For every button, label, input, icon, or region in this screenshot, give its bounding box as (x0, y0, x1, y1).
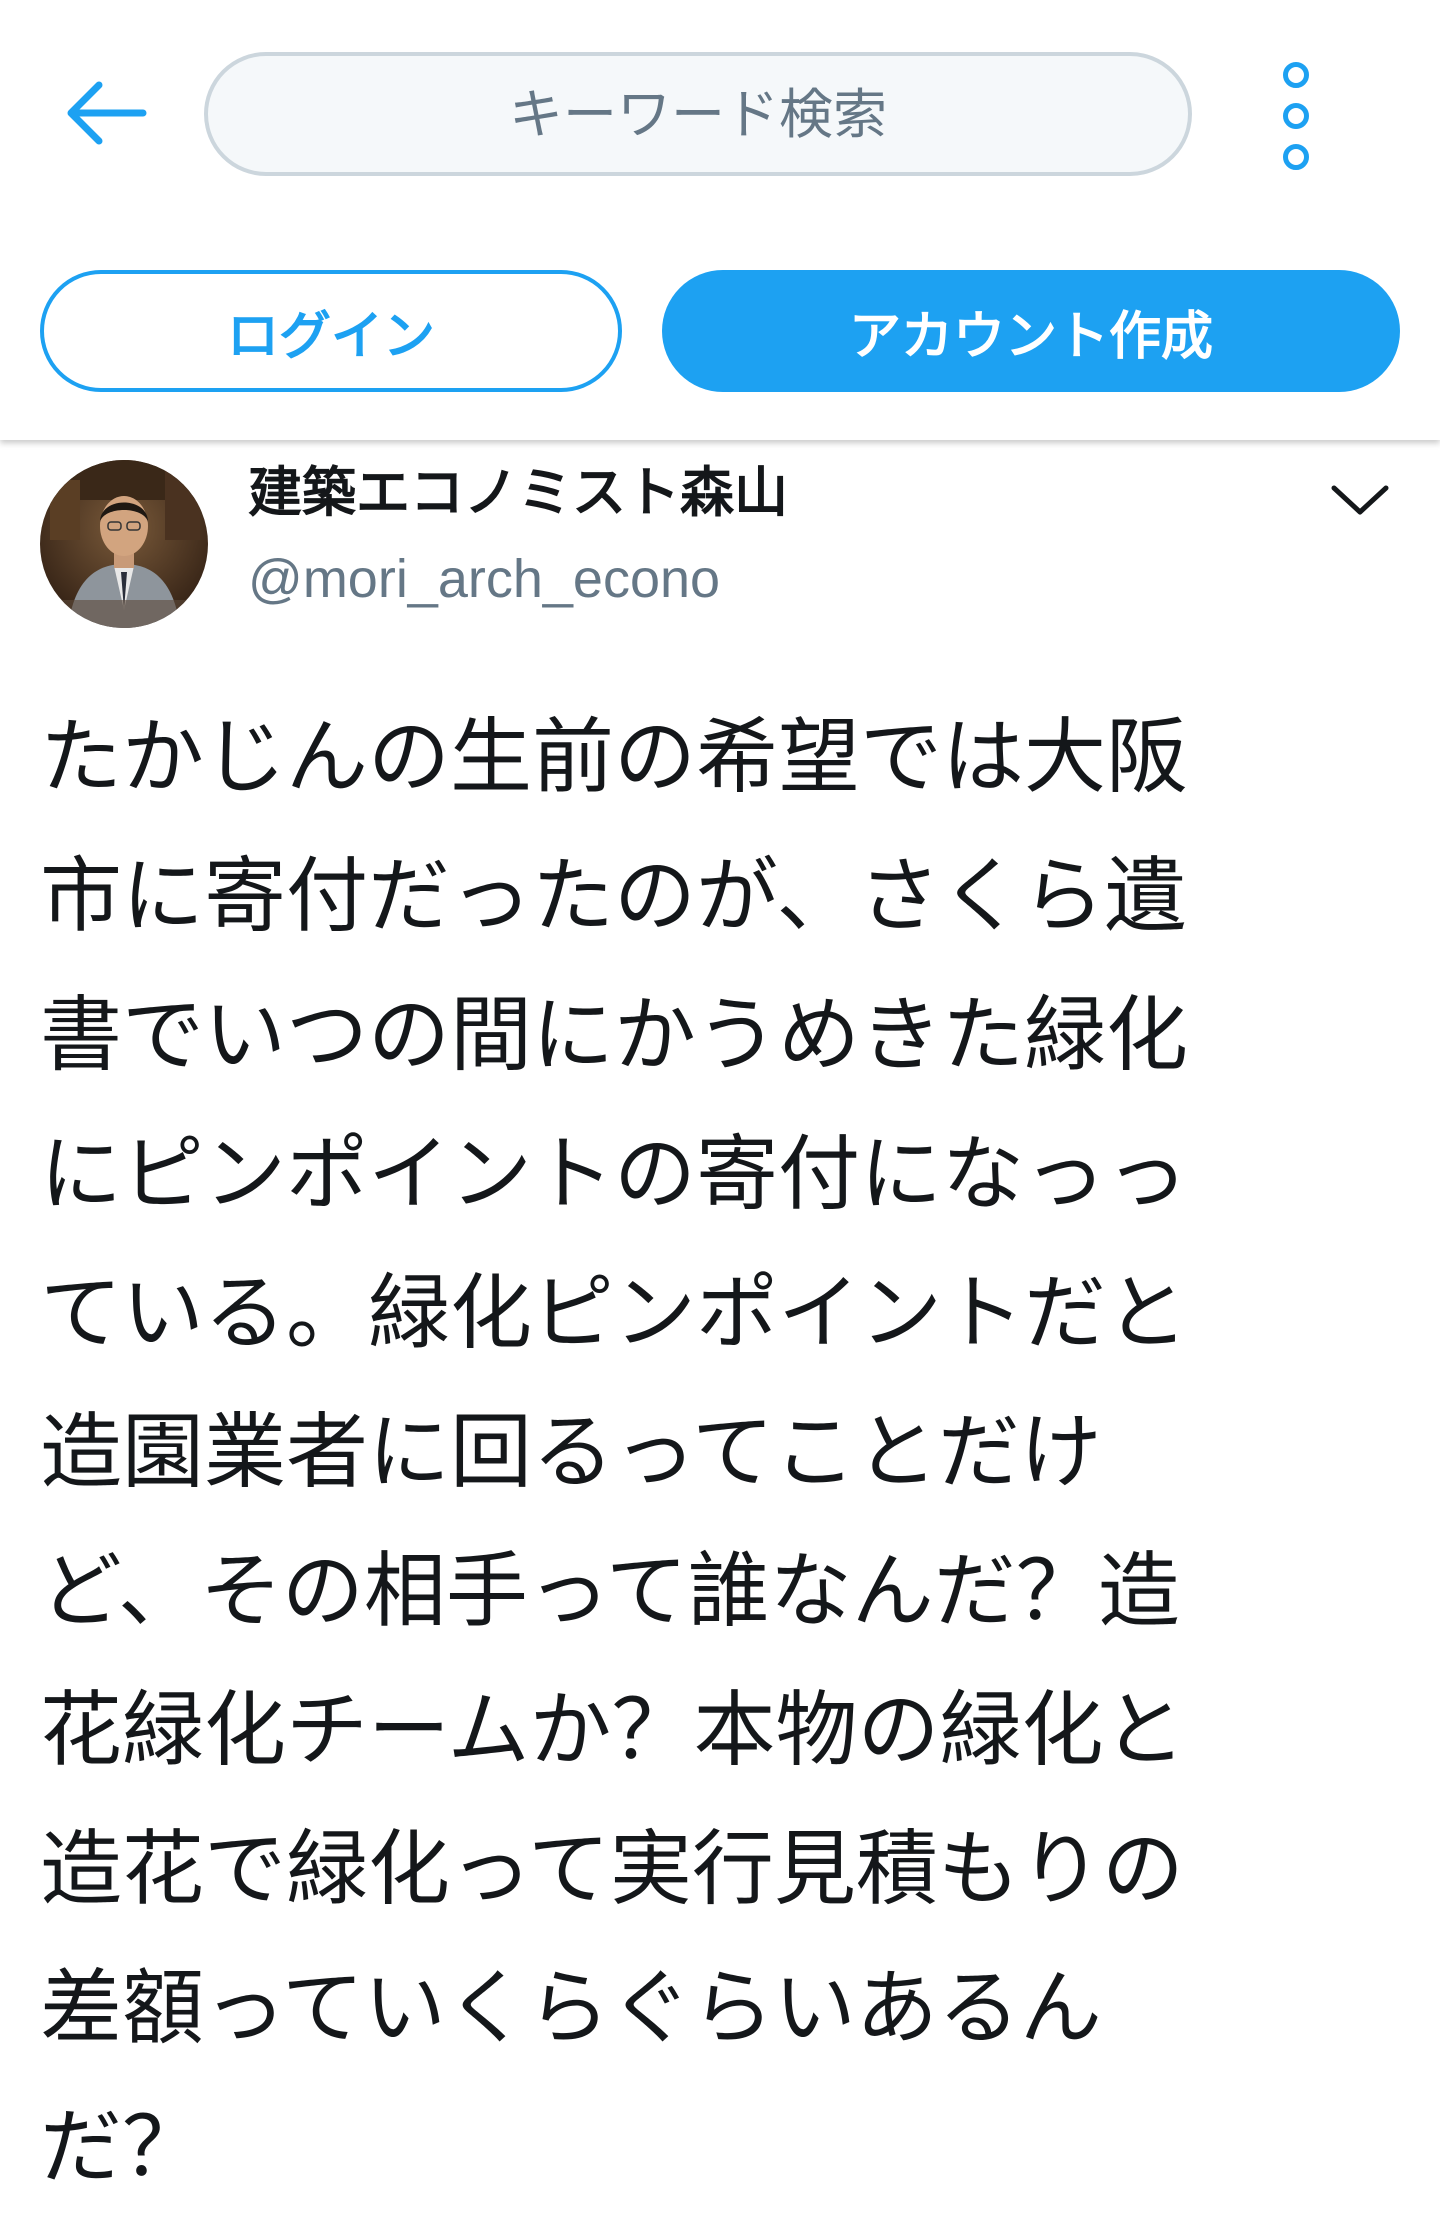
tweet-text-line: 造花で緑化って実行見積もりの (40, 1822, 1184, 1917)
more-vertical-icon-dot (1283, 103, 1309, 129)
tweet-text-line: 差額っていくらぐらいあるん (40, 1961, 1102, 2056)
more-vertical-icon-dot (1283, 144, 1309, 170)
tweet-text-line: ど、その相手って誰なんだ？造 (40, 1544, 1180, 1639)
more-options-button[interactable] (1256, 56, 1336, 176)
back-button[interactable] (40, 48, 170, 178)
tweet-text-line: だ？ (40, 2100, 205, 2195)
avatar[interactable] (40, 460, 208, 628)
search-field[interactable] (204, 52, 1192, 176)
tweet-text-line: 市に寄付だったのが、さくら遺 (40, 849, 1187, 944)
tweet-text-line: 造園業者に回るってことだけ (40, 1405, 1102, 1500)
tweet-text-line: 花緑化チームか？本物の緑化と (40, 1683, 1186, 1778)
tweet-menu-button[interactable] (1320, 466, 1400, 536)
more-vertical-icon (1283, 62, 1309, 88)
tweet-text-line: にピンポイントの寄付になっっ (40, 1127, 1189, 1222)
tweet-text-line: たかじんの生前の希望では大阪 (40, 710, 1189, 805)
tweet-text-line: ている。緑化ピンポイントだと (40, 1266, 1189, 1361)
arrow-left-icon (67, 81, 147, 145)
tweet-text-line: 書でいつの間にかうめきた緑化 (40, 988, 1189, 1083)
tweet-text: たかじんの生前の希望では大阪 市に寄付だったのが、さくら遺 書でいつの間にかうめ… (40, 688, 1410, 2217)
create-account-button[interactable]: アカウント作成 (662, 270, 1400, 392)
profile-photo (40, 460, 208, 628)
search-input[interactable] (208, 81, 1188, 147)
chevron-down-icon (1331, 485, 1389, 515)
display-name[interactable]: 建築エコノミスト森山 (248, 458, 788, 528)
user-handle[interactable]: @mori_arch_econo (248, 544, 720, 614)
top-navigation-bar: ログイン アカウント作成 (0, 0, 1440, 440)
login-button[interactable]: ログイン (40, 270, 622, 392)
